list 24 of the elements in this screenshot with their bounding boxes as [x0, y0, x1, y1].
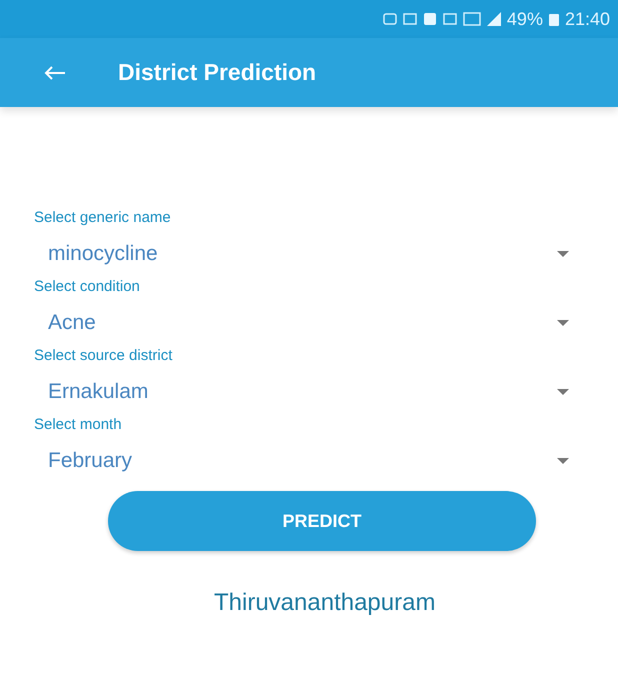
predict-button[interactable]: PREDICT [108, 491, 536, 551]
dropdown[interactable]: Ernakulam [34, 376, 569, 408]
battery-icon [548, 12, 559, 26]
screen-title: District Prediction [118, 59, 316, 86]
field-label: Select month [34, 416, 122, 433]
dropdown[interactable]: minocycline [34, 238, 569, 270]
prediction-result: Thiruvananthapuram [214, 589, 436, 617]
dropdown-caret-icon [557, 250, 569, 258]
back-arrow-icon[interactable] [44, 64, 66, 80]
field-label: Select source district [34, 347, 172, 364]
clock-time: 21:40 [564, 8, 610, 30]
dropdown-caret-icon [557, 458, 569, 464]
field-label: Select condition [34, 278, 140, 295]
dropdown-caret-icon [557, 320, 569, 326]
dropdown-caret-icon [557, 388, 569, 396]
screen-icon [462, 12, 481, 26]
dropdown[interactable]: Acne [34, 307, 569, 339]
notification-icon [402, 12, 417, 26]
dropdown[interactable]: February [34, 445, 569, 477]
battery-percent: 49% [506, 8, 543, 30]
notification-icon [422, 12, 437, 26]
field-label: Select generic name [34, 209, 171, 226]
notification-icon [382, 12, 397, 26]
signal-icon [486, 12, 501, 26]
